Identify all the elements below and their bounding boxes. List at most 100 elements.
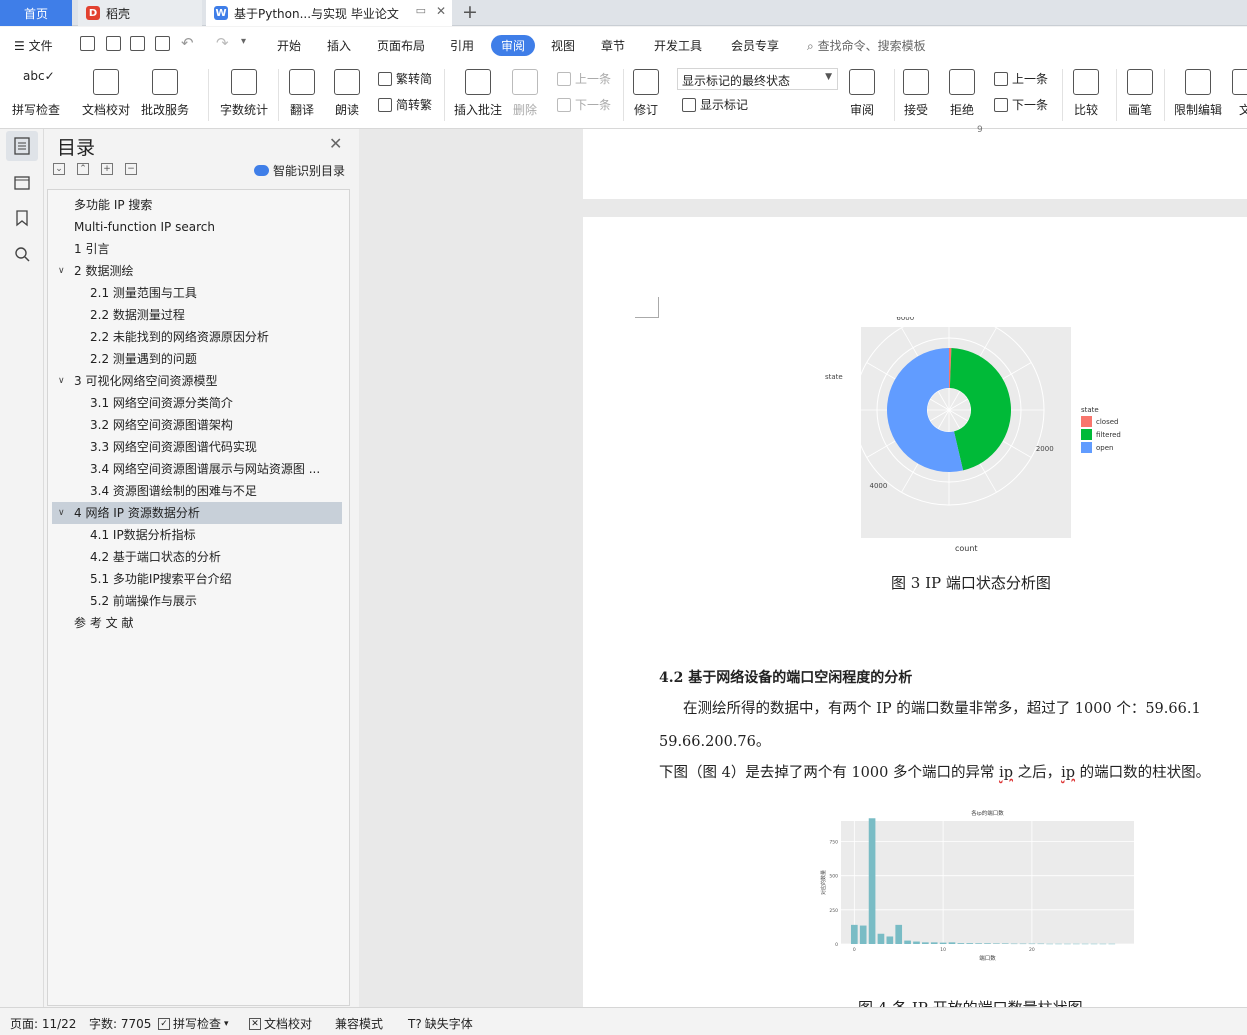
doc-check-label: 文档校对 <box>82 103 131 117</box>
command-search[interactable]: ⌕ 查找命令、搜索模板 <box>807 37 926 54</box>
accept-button[interactable]: 接受 <box>903 65 929 118</box>
insert-comment-button[interactable]: 插入批注 <box>454 65 502 118</box>
print-preview-icon[interactable] <box>155 36 170 51</box>
word-count-indicator[interactable]: 字数: 7705 <box>89 1015 151 1032</box>
text-run: 之后， <box>1012 765 1062 781</box>
show-markup-button[interactable]: 显示标记 <box>682 96 748 113</box>
toc-item[interactable]: 5.1 多功能IP搜索平台介绍 <box>52 568 342 590</box>
missing-font-button[interactable]: T? 缺失字体 <box>408 1015 473 1032</box>
toc-item-label: 2.1 测量范围与工具 <box>90 286 197 300</box>
chapter-nav-icon[interactable] <box>13 173 31 191</box>
status-spellcheck[interactable]: ✓ 拼写检查 ▾ <box>158 1015 229 1032</box>
menu-member[interactable]: 会员专享 <box>731 37 779 54</box>
tab-daoke[interactable]: D 稻壳 <box>78 0 202 26</box>
word-count-button[interactable]: 字数统计 <box>220 65 268 118</box>
close-tab-icon[interactable]: ✕ <box>436 4 446 18</box>
new-tab-icon[interactable]: + <box>462 1 478 23</box>
pen-button[interactable]: 画笔 <box>1127 65 1153 118</box>
status-doccheck[interactable]: ✕ 文档校对 <box>249 1015 312 1032</box>
toc-item[interactable]: 4.1 IP数据分析指标 <box>52 524 342 546</box>
remove-heading-icon[interactable]: − <box>125 163 137 175</box>
spellcheck-button[interactable]: abc✓ 拼写检查 <box>12 65 60 118</box>
chevron-down-icon[interactable]: ∨ <box>58 370 65 392</box>
reject-button[interactable]: 拒绝 <box>949 65 975 118</box>
toc-item[interactable]: 5.2 前端操作与展示 <box>52 590 342 612</box>
toc-item[interactable]: 2.2 未能找到的网络资源原因分析 <box>52 326 342 348</box>
review-pane-button[interactable]: 审阅 <box>849 65 875 118</box>
tab-home[interactable]: 首页 <box>0 0 72 26</box>
restrict-edit-button[interactable]: 限制编辑 <box>1174 65 1222 118</box>
bar <box>1108 943 1116 945</box>
save-icon[interactable] <box>80 36 95 51</box>
toc-item[interactable]: ∨ 2 数据测绘 <box>52 260 342 282</box>
chevron-down-icon[interactable]: ∨ <box>58 260 65 282</box>
export-icon[interactable] <box>106 36 121 51</box>
doc-permission-button[interactable]: 文 <box>1232 65 1247 118</box>
toc-icon[interactable] <box>13 137 31 155</box>
menu-view[interactable]: 视图 <box>551 37 575 54</box>
print-icon[interactable] <box>130 36 145 51</box>
menu-dev-tools[interactable]: 开发工具 <box>654 37 702 54</box>
to-traditional-button[interactable]: 简转繁 <box>378 96 432 113</box>
toc-item[interactable]: 参 考 文 献 <box>52 612 342 634</box>
smart-toc-button[interactable]: 智能识别目录 <box>254 162 345 179</box>
toc-item[interactable]: Multi-function IP search <box>52 216 342 238</box>
menu-start[interactable]: 开始 <box>277 37 301 54</box>
quick-access-more-icon[interactable]: ▾ <box>241 36 246 47</box>
tab-document[interactable]: W 基于Python...与实现 毕业论文 ▭ ✕ <box>206 0 452 26</box>
chevron-down-icon[interactable]: ∨ <box>58 502 65 524</box>
menu-page-layout[interactable]: 页面布局 <box>377 37 425 54</box>
toc-item[interactable]: ∨ 3 可视化网络空间资源模型 <box>52 370 342 392</box>
delete-comment-button[interactable]: 删除 <box>512 65 538 118</box>
ribbon-divider <box>623 69 624 121</box>
menu-review[interactable]: 审阅 <box>491 35 536 56</box>
read-aloud-button[interactable]: 朗读 <box>334 65 360 118</box>
page-indicator[interactable]: 页面: 11/22 <box>10 1015 76 1032</box>
menu-insert[interactable]: 插入 <box>327 37 351 54</box>
current-page[interactable]: 0200040006000statex count state closed f… <box>583 217 1247 1007</box>
toc-item[interactable]: 4.2 基于端口状态的分析 <box>52 546 342 568</box>
batch-service-button[interactable]: 批改服务 <box>141 65 189 118</box>
redo-icon[interactable]: ↷ <box>216 34 229 52</box>
toc-item[interactable]: 3.1 网络空间资源分类简介 <box>52 392 342 414</box>
doc-check-button[interactable]: 文档校对 <box>82 65 130 118</box>
pin-icon[interactable]: ▭ <box>416 4 426 17</box>
menu-file[interactable]: ☰ 文件 <box>14 37 53 54</box>
next-comment-button[interactable]: 下一条 <box>557 96 611 113</box>
collapse-up-icon[interactable]: ⌃ <box>77 163 89 175</box>
bar <box>895 924 903 944</box>
word-count-label: 字数统计 <box>220 103 269 117</box>
translate-button[interactable]: 翻译 <box>289 65 315 118</box>
doc-check-icon <box>93 69 119 95</box>
paragraph-line: 下图（图 4）是去掉了两个有 1000 多个端口的异常 ip 之后，ip 的端口… <box>659 761 1210 782</box>
close-icon[interactable]: ✕ <box>329 134 342 153</box>
toc-item[interactable]: 3.3 网络空间资源图谱代码实现 <box>52 436 342 458</box>
next-change-button[interactable]: 下一条 <box>994 96 1048 113</box>
compare-button[interactable]: 比较 <box>1073 65 1099 118</box>
search-icon[interactable] <box>13 245 31 263</box>
read-aloud-label: 朗读 <box>334 103 359 117</box>
toc-item[interactable]: 1 引言 <box>52 238 342 260</box>
toc-item[interactable]: 2.2 测量遇到的问题 <box>52 348 342 370</box>
menu-reference[interactable]: 引用 <box>450 37 474 54</box>
to-simplified-button[interactable]: 繁转简 <box>378 70 432 87</box>
markup-state-select[interactable]: 显示标记的最终状态 ▼ <box>677 68 838 90</box>
legend-label: closed <box>1096 417 1119 426</box>
collapse-down-icon[interactable]: ⌄ <box>53 163 65 175</box>
undo-icon[interactable]: ↶ <box>181 34 194 52</box>
menu-chapter[interactable]: 章节 <box>601 37 625 54</box>
toc-item[interactable]: 3.4 网络空间资源图谱展示与网站资源图 ... <box>52 458 342 480</box>
prev-change-button[interactable]: 上一条 <box>994 70 1048 87</box>
toc-item[interactable]: 2.1 测量范围与工具 <box>52 282 342 304</box>
toc-item[interactable]: 3.2 网络空间资源图谱架构 <box>52 414 342 436</box>
add-heading-icon[interactable]: + <box>101 163 113 175</box>
toc-item[interactable]: 多功能 IP 搜索 <box>52 194 342 216</box>
toc-item-label: 3.2 网络空间资源图谱架构 <box>90 418 233 432</box>
toc-item[interactable]: 3.4 资源图谱绘制的困难与不足 <box>52 480 342 502</box>
document-canvas[interactable]: 9 0200040006000statex count state closed… <box>359 125 1247 1007</box>
prev-comment-button[interactable]: 上一条 <box>557 70 611 87</box>
revise-button[interactable]: 修订 <box>633 65 659 118</box>
bookmark-icon[interactable] <box>13 209 31 227</box>
toc-item[interactable]: 2.2 数据测量过程 <box>52 304 342 326</box>
toc-item-selected[interactable]: ∨ 4 网络 IP 资源数据分析 <box>52 502 342 524</box>
